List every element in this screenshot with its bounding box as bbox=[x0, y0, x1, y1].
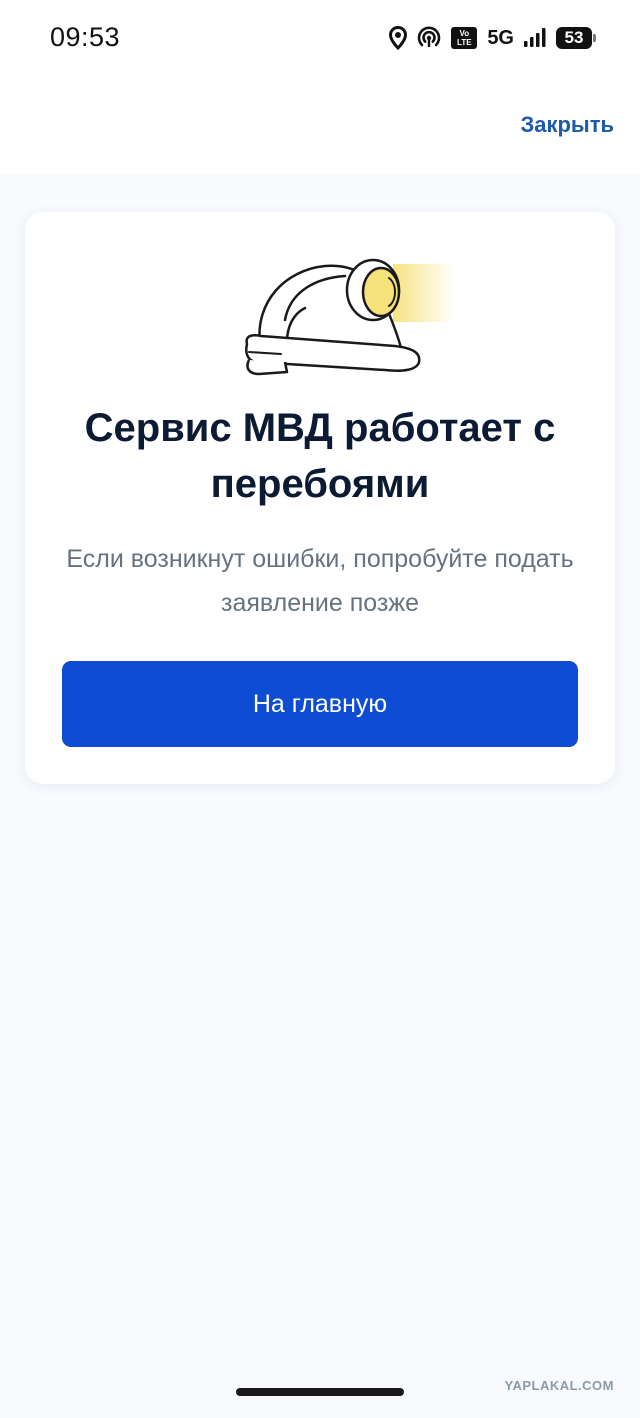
volte-icon: Vo LTE bbox=[451, 27, 478, 49]
watermark: YAPLAKAL.COM bbox=[504, 1378, 614, 1393]
battery-level: 53 bbox=[564, 28, 584, 47]
hotspot-icon bbox=[418, 26, 441, 47]
network-type: 5G bbox=[487, 26, 514, 49]
status-time: 09:53 bbox=[50, 22, 121, 52]
close-button[interactable]: Закрыть bbox=[520, 112, 614, 138]
volte-label-vo: Vo bbox=[459, 29, 470, 38]
location-icon bbox=[389, 26, 408, 50]
status-icons: Vo LTE 5G 53 bbox=[389, 24, 596, 52]
go-home-button[interactable]: На главную bbox=[62, 661, 578, 747]
signal-icon bbox=[524, 28, 546, 47]
volte-label-lte: LTE bbox=[457, 38, 472, 47]
battery-icon: 53 bbox=[556, 27, 596, 49]
home-indicator[interactable] bbox=[236, 1388, 404, 1396]
error-title: Сервис МВД работает с перебоями bbox=[84, 406, 556, 506]
error-description: Если возникнут ошибки, попробуйте подать… bbox=[66, 545, 574, 617]
hard-hat-icon bbox=[245, 258, 455, 376]
error-card: Сервис МВД работает с перебоями Если воз… bbox=[25, 212, 615, 784]
